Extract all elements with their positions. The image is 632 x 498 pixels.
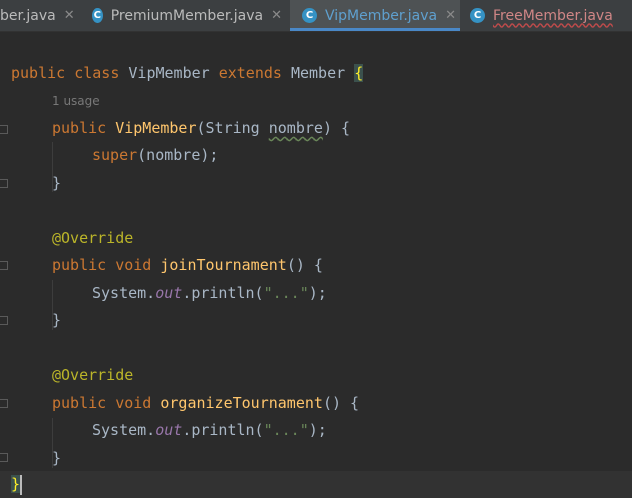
code-line-override-annotation: @Override (52, 229, 134, 247)
tab-premium-member[interactable]: C PremiumMember.java ✕ (92, 0, 282, 31)
tab-label: PremiumMember.java (110, 7, 264, 24)
text-cursor (20, 475, 22, 495)
class-icon: C (92, 8, 103, 23)
class-icon: C (302, 8, 317, 23)
active-tab-indicator (290, 28, 460, 31)
tab-vip-member[interactable]: C VipMember.java ✕ (290, 0, 460, 31)
tab-label: FreeMember.java (493, 7, 613, 24)
usage-hint[interactable]: 1 usage (52, 91, 100, 111)
code-line-close-brace: } (52, 449, 62, 467)
code-line-println: System.out.println("..."); (92, 284, 327, 302)
tab-label: VipMember.java (325, 7, 438, 24)
tab-label: ber.java (0, 7, 56, 24)
code-line-close-brace: } (52, 174, 62, 192)
code-line-override-annotation: @Override (52, 366, 134, 384)
matched-brace: { (354, 64, 364, 82)
matched-brace: } (11, 475, 21, 493)
code-line-join-tournament: public void joinTournament() { (52, 256, 323, 274)
close-icon[interactable]: ✕ (64, 8, 75, 23)
code-line-println: System.out.println("..."); (92, 421, 327, 439)
code-editor[interactable]: public class VipMember extends Member { … (0, 32, 632, 498)
editor-tab-bar: ber.java ✕ C PremiumMember.java ✕ C VipM… (0, 0, 632, 32)
tab-free-member[interactable]: C FreeMember.java (470, 0, 632, 31)
code-line-close-brace: } (52, 311, 62, 329)
code-line-class-declaration: public class VipMember extends Member { (11, 64, 364, 82)
close-icon[interactable]: ✕ (445, 8, 456, 23)
class-icon: C (470, 8, 485, 23)
unused-parameter: nombre (268, 119, 323, 137)
code-line-super-call: super(nombre); (92, 146, 219, 164)
code-line-organize-tournament: public void organizeTournament() { (52, 394, 360, 412)
code-line-class-close: } (0, 471, 632, 498)
code-line-constructor: public VipMember(String nombre) { (52, 119, 351, 137)
tab-member[interactable]: ber.java ✕ (0, 0, 82, 31)
close-icon[interactable]: ✕ (271, 8, 282, 23)
